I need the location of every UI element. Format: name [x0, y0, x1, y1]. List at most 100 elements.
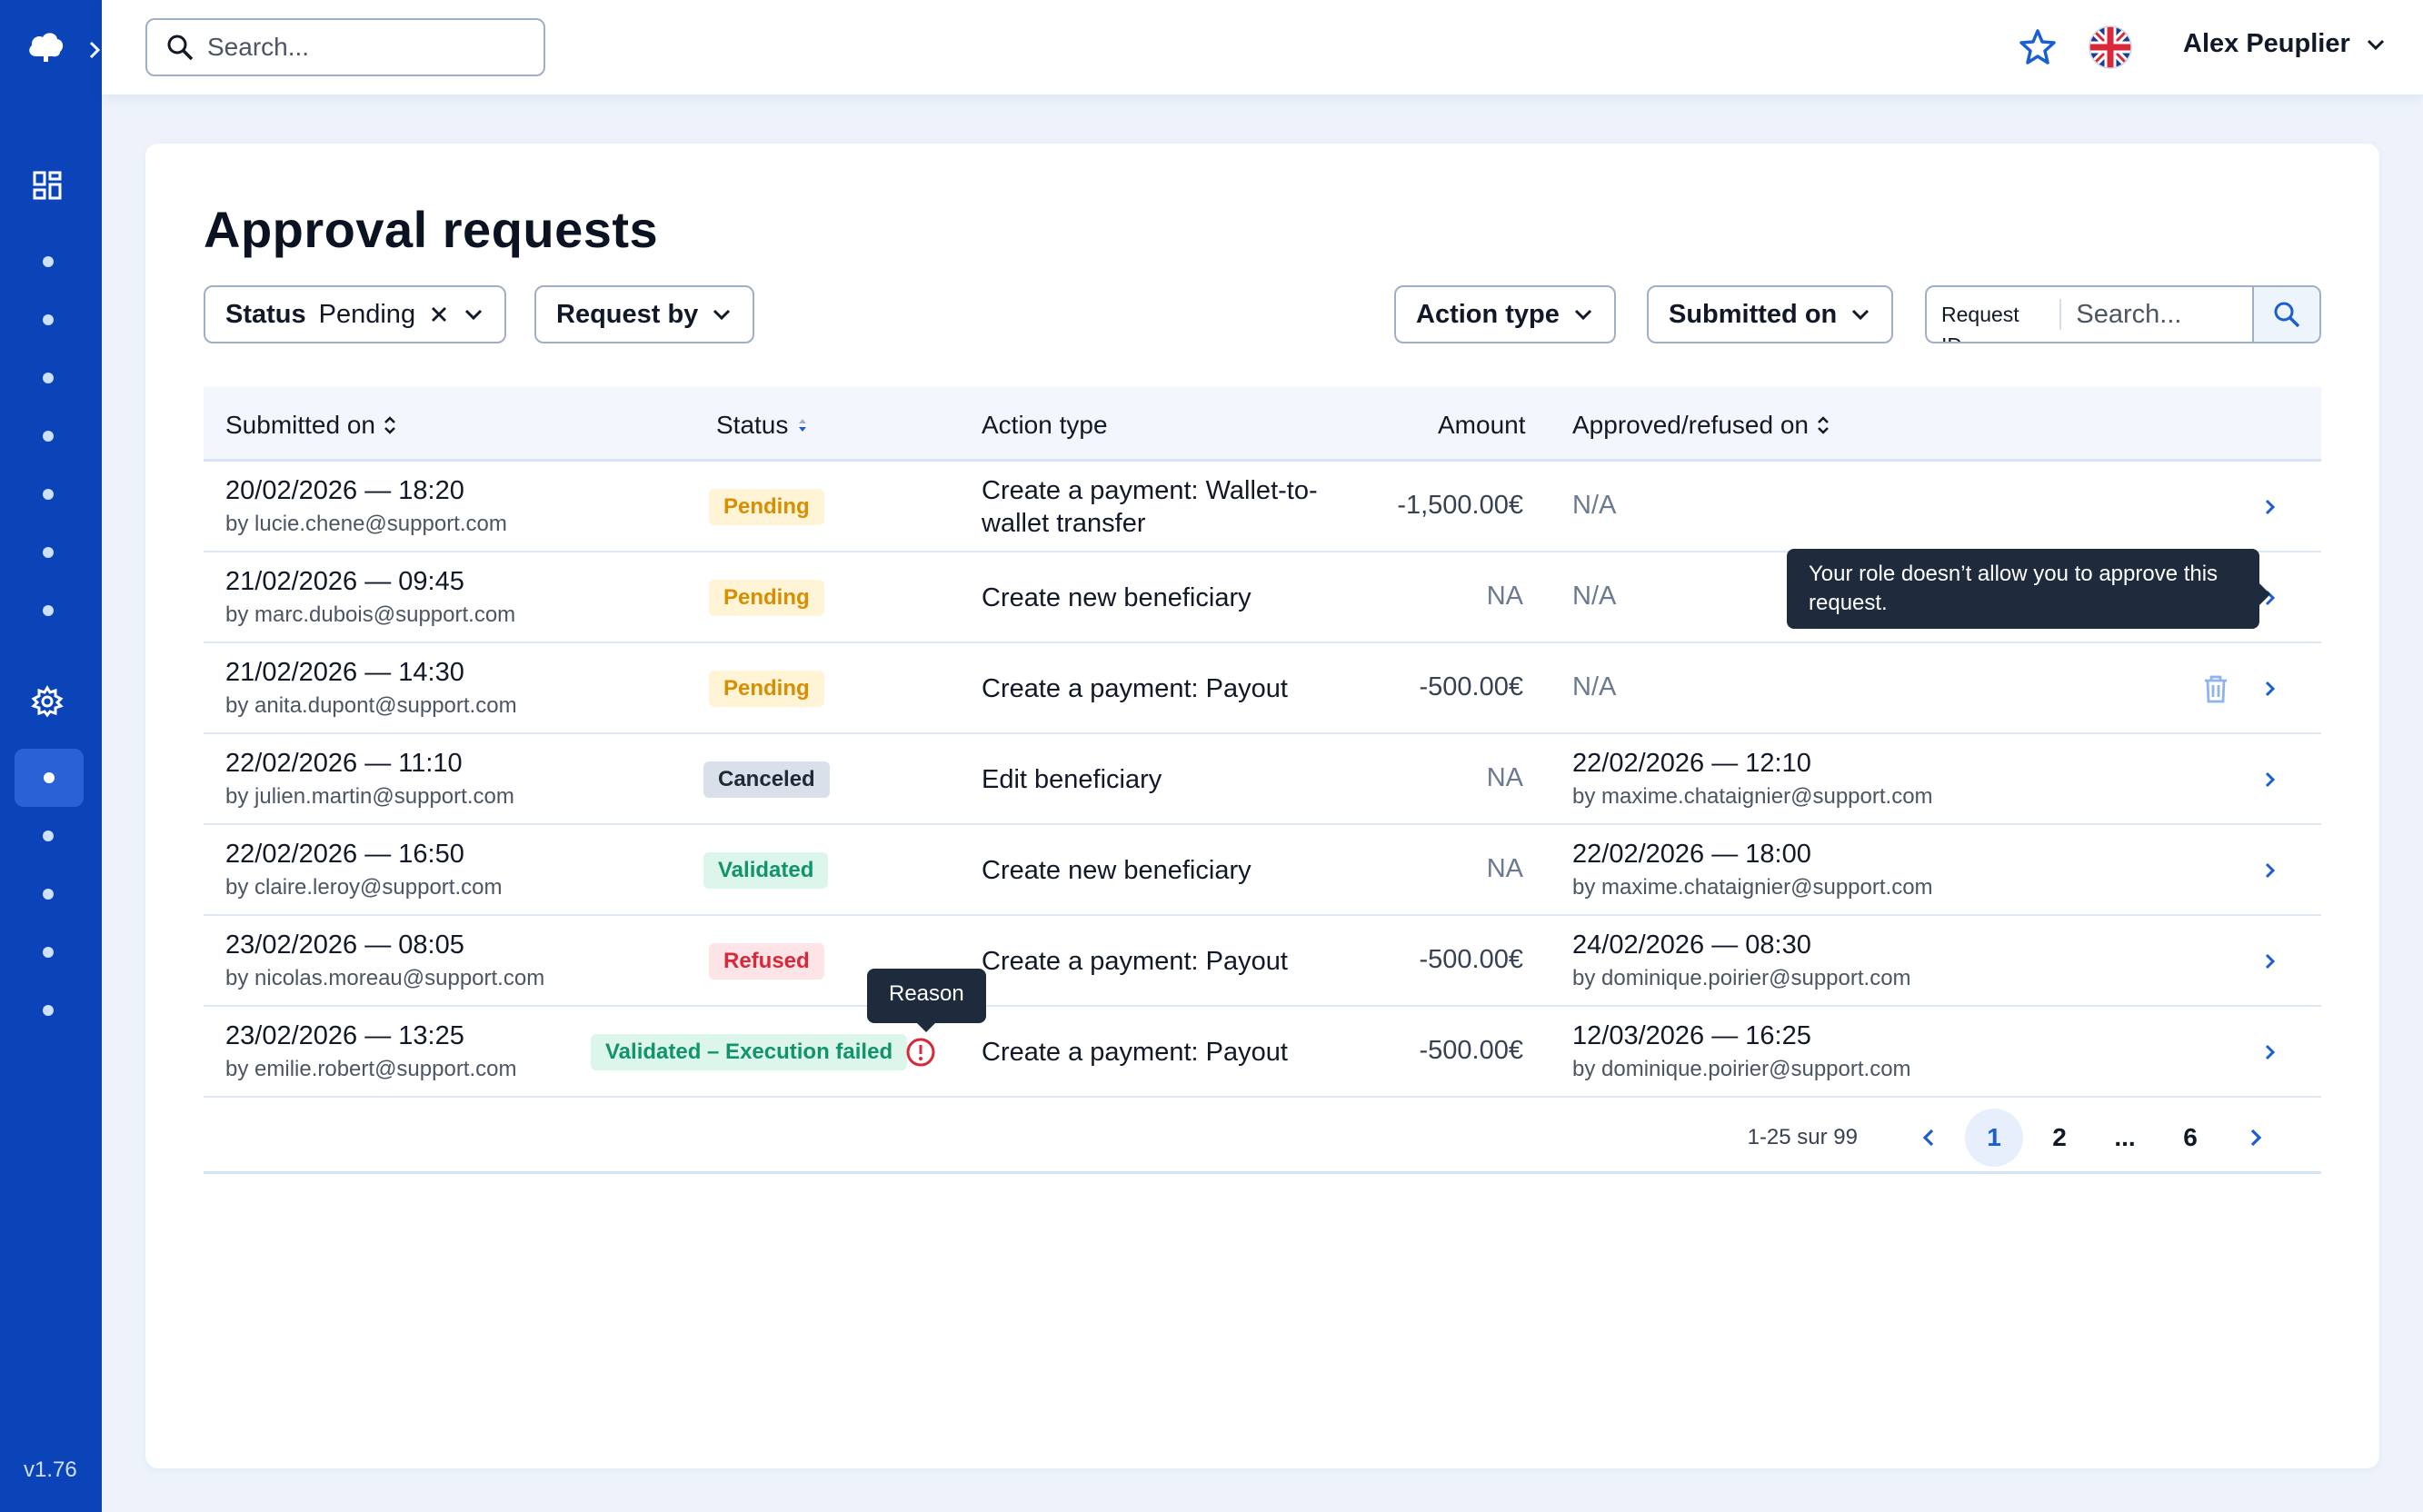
request-by-filter[interactable]: Request by [534, 285, 755, 343]
status-filter[interactable]: Status Pending [204, 285, 507, 343]
approved-cell: N/A [1572, 476, 1616, 520]
row-open-button[interactable] [2256, 856, 2285, 885]
col-status-label: Status [716, 411, 789, 439]
submitted-on-filter[interactable]: Submitted on [1647, 285, 1894, 343]
approved-cell: 22/02/2026 — 12:10 by maxime.chataignier… [1572, 749, 1933, 810]
global-search[interactable] [145, 18, 545, 76]
amount: -1,500.00€ [1397, 491, 1523, 520]
table-row[interactable]: 20/02/2026 — 18:20 by lucie.chene@suppor… [204, 462, 2321, 552]
prev-page-button[interactable] [1900, 1109, 1958, 1167]
amount: NA [1486, 582, 1523, 611]
amount: -500.00€ [1419, 672, 1524, 701]
approved-date: 12/03/2026 — 16:25 [1572, 1021, 1811, 1050]
chevron-right-icon [2265, 862, 2276, 879]
status-badge: Pending [709, 671, 824, 707]
col-submitted-on[interactable]: Submitted on [225, 411, 397, 440]
dashboard-grid-icon[interactable] [30, 168, 65, 203]
sidebar-item-active[interactable] [15, 749, 84, 807]
approval-requests-table: Submitted on Status Action type Amount A… [204, 387, 2321, 1174]
reason-tooltip-text: Reason [889, 981, 964, 1006]
col-amount-label: Amount [1438, 411, 1526, 439]
approved-by: by dominique.poirier@support.com [1572, 1057, 1911, 1081]
search-input[interactable] [207, 33, 534, 62]
user-menu[interactable]: Alex Peuplier [2183, 29, 2387, 59]
next-page-button[interactable] [2227, 1109, 2285, 1167]
submitted-cell: 23/02/2026 — 08:05 by nicolas.moreau@sup… [225, 930, 544, 991]
uk-flag-icon[interactable] [2089, 25, 2132, 69]
star-icon[interactable] [2018, 27, 2058, 67]
sidebar-item-2[interactable] [43, 314, 54, 325]
amount: NA [1486, 854, 1523, 883]
chevron-right-icon [2265, 771, 2276, 788]
action-type-label: Action type [1416, 299, 1560, 329]
page-button-6[interactable]: 6 [2161, 1109, 2219, 1167]
row-open-button[interactable] [2256, 947, 2285, 976]
sidebar-item-6[interactable] [43, 547, 54, 558]
col-status[interactable]: Status [716, 411, 810, 440]
role-tooltip: Your role doesn’t allow you to approve t… [1787, 549, 2270, 629]
table-row[interactable]: 23/02/2026 — 13:25 by emilie.robert@supp… [204, 1007, 2321, 1098]
row-open-button[interactable] [2256, 674, 2285, 703]
submitted-cell: 20/02/2026 — 18:20 by lucie.chene@suppor… [225, 476, 507, 537]
action-type: Create a payment: Payout [982, 1038, 1288, 1067]
amount: -500.00€ [1419, 1036, 1524, 1065]
pagination-info: 1-25 sur 99 [1747, 1125, 1858, 1149]
action-type-filter[interactable]: Action type [1394, 285, 1616, 343]
close-icon[interactable] [428, 303, 450, 325]
submitted-by: by julien.martin@support.com [225, 784, 514, 809]
sidebar-item-1[interactable] [43, 256, 54, 267]
page-title: Approval requests [204, 201, 659, 258]
sidebar-item-9[interactable] [43, 889, 54, 900]
chevron-down-icon [1852, 309, 1870, 321]
sidebar-item-11[interactable] [43, 1005, 54, 1016]
col-approved-on[interactable]: Approved/refused on [1572, 411, 1830, 440]
table-row[interactable]: 22/02/2026 — 16:50 by claire.leroy@suppo… [204, 825, 2321, 916]
search-icon [167, 35, 194, 61]
table-row[interactable]: 23/02/2026 — 08:05 by nicolas.moreau@sup… [204, 916, 2321, 1032]
action-type: Create a payment: Wallet-to-wallet trans… [982, 476, 1318, 538]
row-open-button[interactable] [2256, 492, 2285, 522]
sidebar-item-8[interactable] [43, 831, 54, 841]
alert-circle-icon[interactable] [905, 1037, 936, 1068]
action-type: Create new beneficiary [982, 583, 1251, 612]
submitted-date: 23/02/2026 — 13:25 [225, 1021, 464, 1050]
sidebar-item-4[interactable] [43, 431, 54, 442]
approved-cell: 22/02/2026 — 18:00 by maxime.chataignier… [1572, 840, 1933, 900]
table-row[interactable]: 22/02/2026 — 11:10 by julien.martin@supp… [204, 734, 2321, 825]
sidebar-item-5[interactable] [43, 489, 54, 500]
submitted-by: by emilie.robert@support.com [225, 1057, 517, 1081]
approval-requests-card: Approval requests Status Pending Request… [145, 144, 2379, 1468]
submitted-by: by lucie.chene@support.com [225, 512, 507, 536]
sidebar-item-3[interactable] [43, 373, 54, 383]
page-button-2[interactable]: 2 [2030, 1109, 2089, 1167]
request-id-input[interactable] [2061, 287, 2253, 342]
cloud-logo-icon[interactable] [24, 24, 67, 67]
sort-icon [799, 419, 807, 432]
table-row[interactable]: 21/02/2026 — 09:45 by marc.dubois@suppor… [204, 549, 2321, 643]
status-badge: Canceled [703, 761, 830, 798]
gear-icon[interactable] [30, 684, 65, 719]
approved-by: by dominique.poirier@support.com [1572, 966, 1911, 990]
pagination-row: 1-25 sur 99 1 2 ... 6 [204, 1098, 2321, 1174]
approved-date: 22/02/2026 — 18:00 [1572, 840, 1811, 869]
submitted-cell: 21/02/2026 — 14:30 by anita.dupont@suppo… [225, 658, 517, 719]
sidebar-item-7[interactable] [43, 605, 54, 616]
approved-na: N/A [1572, 672, 1617, 701]
table-row[interactable]: 21/02/2026 — 14:30 by anita.dupont@suppo… [204, 643, 2321, 734]
page-button-1[interactable]: 1 [1965, 1109, 2023, 1167]
chevron-down-icon [465, 309, 483, 321]
topbar: Alex Peuplier [102, 0, 2423, 94]
request-id-search-button[interactable] [2252, 287, 2319, 342]
status-badge: Validated – Execution failed [591, 1034, 908, 1070]
row-open-button[interactable] [2256, 1038, 2285, 1067]
sidebar-item-10[interactable] [43, 947, 54, 958]
status-filter-value: Pending [318, 299, 416, 329]
action-type: Create new beneficiary [982, 856, 1251, 885]
pagination: 1-25 sur 99 1 2 ... 6 [1748, 1109, 2285, 1167]
trash-icon[interactable] [2199, 672, 2232, 705]
request-id-label: Request ID [1927, 299, 2062, 342]
status-badge: Pending [709, 489, 824, 525]
approved-date: 22/02/2026 — 12:10 [1572, 749, 1811, 778]
row-open-button[interactable] [2256, 765, 2285, 794]
role-tooltip-text: Your role doesn’t allow you to approve t… [1809, 562, 2219, 615]
